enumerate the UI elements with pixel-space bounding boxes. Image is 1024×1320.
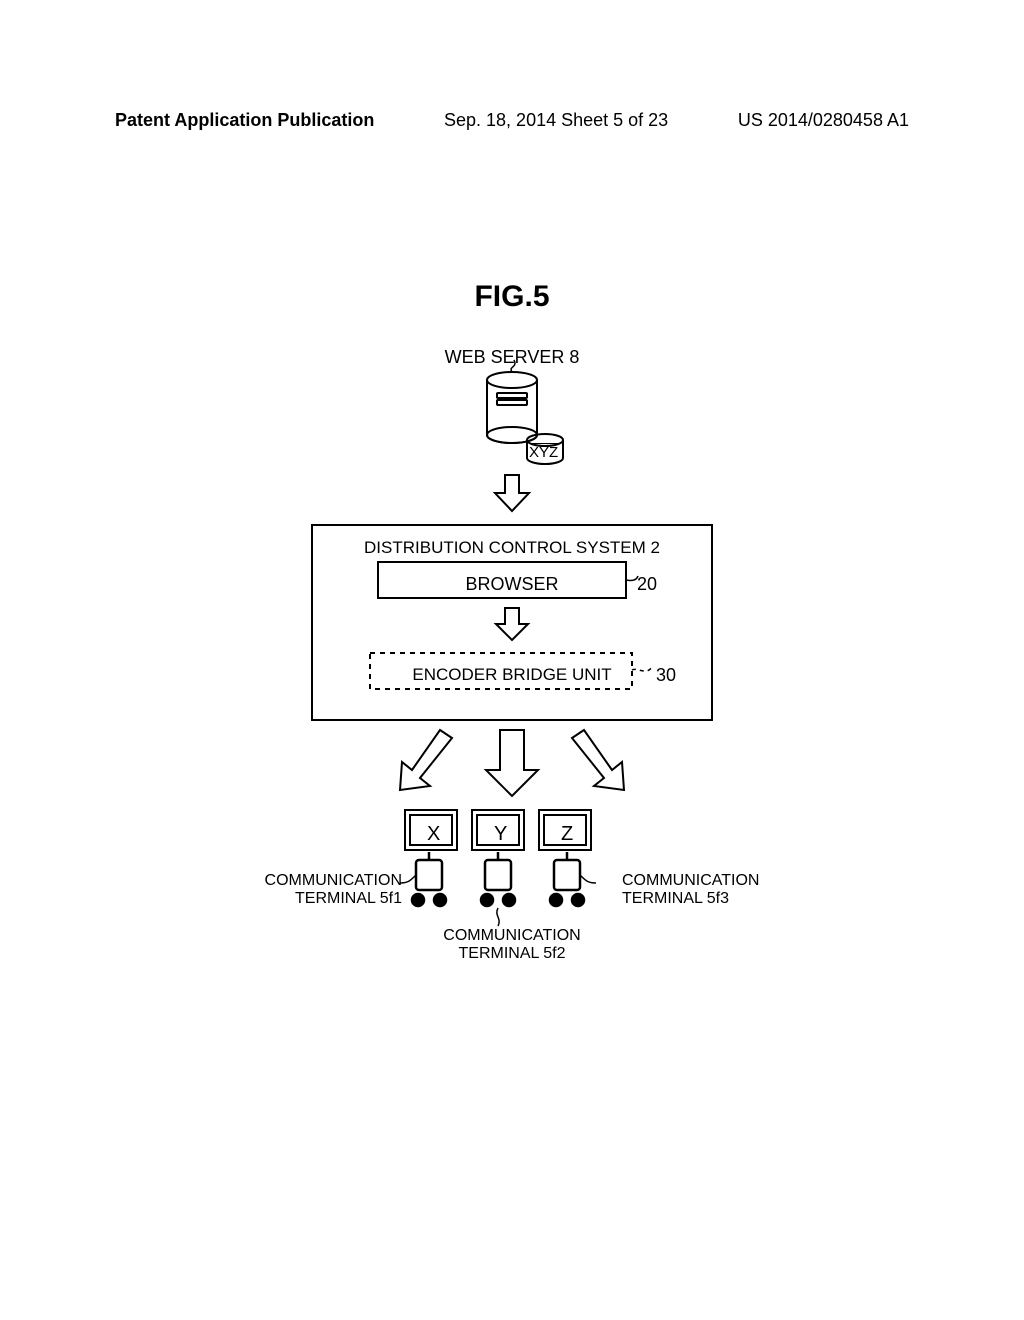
projector-f2-icon	[481, 852, 515, 906]
screen-y-icon	[472, 810, 524, 850]
arrow-down-browser-to-encoder-icon	[496, 608, 528, 640]
projector-f3-icon	[550, 852, 584, 906]
header-publication: Patent Application Publication	[115, 110, 374, 131]
screen-x-icon	[405, 810, 457, 850]
figure-title: FIG.5	[0, 280, 1024, 314]
data-cylinder-xyz-icon	[527, 434, 563, 464]
header-pub-number: US 2014/0280458 A1	[738, 110, 909, 131]
encoder-bridge-box	[370, 653, 632, 689]
projector-f1-icon	[412, 852, 446, 906]
arrow-down-center-icon	[486, 730, 538, 796]
arrow-down-right-icon	[572, 730, 624, 790]
page: Patent Application Publication Sep. 18, …	[0, 0, 1024, 1320]
distribution-control-system-box	[312, 525, 712, 720]
web-server-icon	[487, 360, 537, 443]
browser-box	[378, 562, 626, 598]
screen-z-icon	[539, 810, 591, 850]
header-date-sheet: Sep. 18, 2014 Sheet 5 of 23	[444, 110, 668, 131]
arrow-down-left-icon	[400, 730, 452, 790]
page-header: Patent Application Publication Sep. 18, …	[115, 110, 909, 131]
arrow-down-server-to-dcs-icon	[495, 475, 529, 511]
figure-diagram	[0, 340, 1024, 1005]
